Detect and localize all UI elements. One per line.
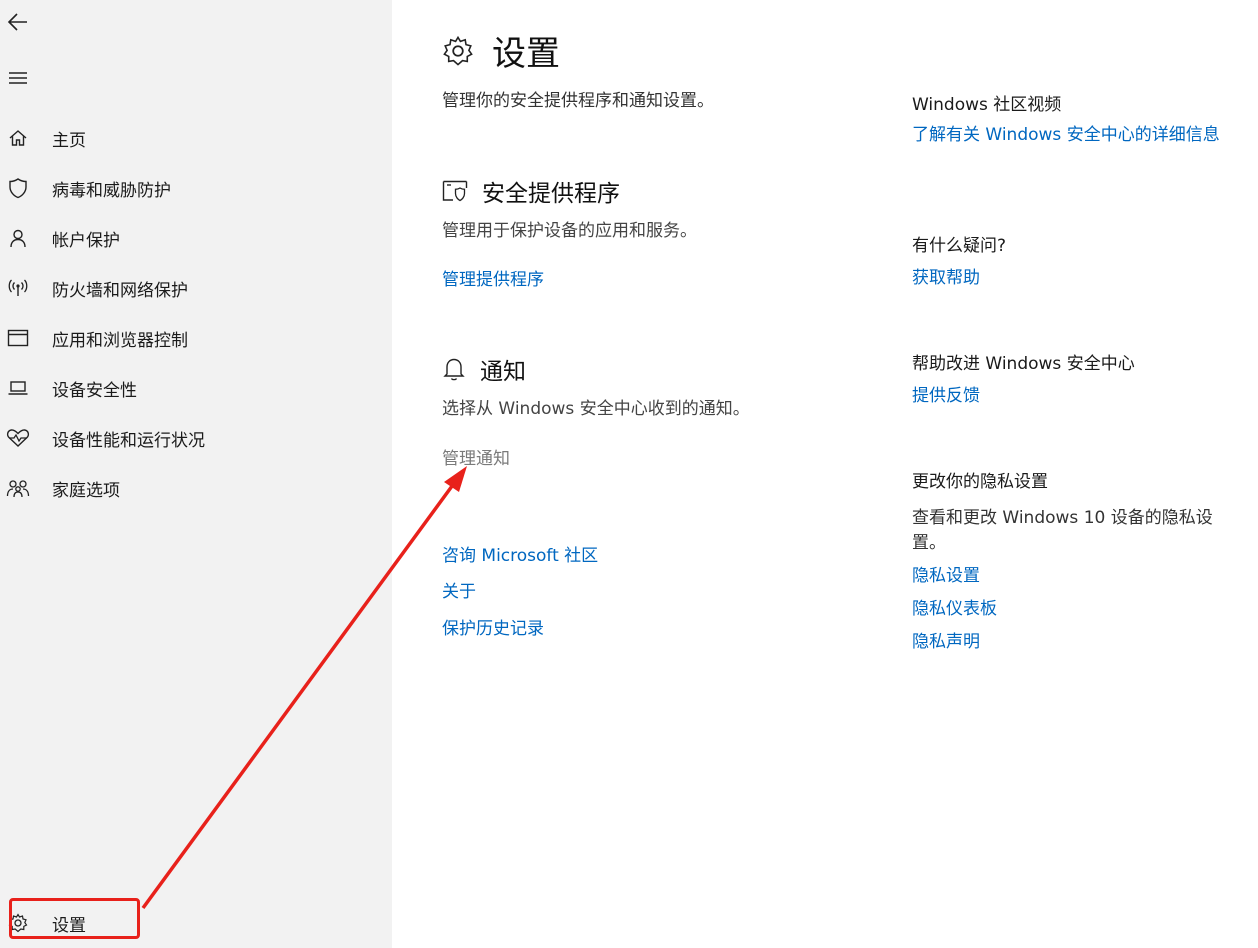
notifications-section-header: 通知 (442, 352, 526, 386)
providers-description: 管理用于保护设备的应用和服务。 (442, 221, 697, 241)
main-content: 设置 管理你的安全提供程序和通知设置。 安全提供程序 管理用于保护设备的应用和服… (392, 0, 1258, 948)
page-description: 管理你的安全提供程序和通知设置。 (442, 91, 714, 111)
sidebar-item-label: 帐户保护 (52, 230, 120, 251)
providers-section-header: 安全提供程序 (442, 174, 620, 208)
learn-more-link[interactable]: 了解有关 Windows 安全中心的详细信息 (912, 123, 1222, 147)
privacy-dashboard-link[interactable]: 隐私仪表板 (912, 597, 1222, 621)
family-icon (0, 478, 36, 498)
hamburger-menu-button[interactable] (0, 60, 36, 96)
feedback-block: 帮助改进 Windows 安全中心 提供反馈 (912, 349, 1222, 408)
page-title: 设置 (492, 34, 560, 74)
shield-window-icon (442, 180, 468, 202)
back-button[interactable] (0, 4, 36, 40)
sidebar: 主页 病毒和威胁防护 帐户保护 防火墙和网络保护 应用和浏览器控制 设备安全性 … (0, 0, 392, 948)
privacy-heading: 更改你的隐私设置 (912, 472, 1048, 492)
gear-icon (443, 35, 473, 66)
notifications-description: 选择从 Windows 安全中心收到的通知。 (442, 399, 750, 419)
wifi-antenna-icon (0, 278, 36, 298)
sidebar-item-label: 防火墙和网络保护 (52, 280, 188, 301)
sidebar-nav: 主页 病毒和威胁防护 帐户保护 防火墙和网络保护 应用和浏览器控制 设备安全性 … (0, 113, 392, 513)
sidebar-item-label: 设备性能和运行状况 (52, 430, 205, 451)
sidebar-item-virus-protection[interactable]: 病毒和威胁防护 (0, 163, 392, 213)
page-header: 设置 (442, 26, 560, 75)
sidebar-item-app-browser-control[interactable]: 应用和浏览器控制 (0, 313, 392, 363)
community-videos-heading: Windows 社区视频 (912, 95, 1062, 115)
sidebar-item-family-options[interactable]: 家庭选项 (0, 463, 392, 513)
app-window-icon (0, 329, 36, 347)
hamburger-icon (9, 72, 27, 84)
sidebar-item-label: 设备安全性 (52, 380, 137, 401)
help-heading: 有什么疑问? (912, 236, 1007, 256)
microsoft-community-link[interactable]: 咨询 Microsoft 社区 (442, 541, 598, 566)
person-icon (0, 228, 36, 248)
feedback-heading: 帮助改进 Windows 安全中心 (912, 354, 1135, 374)
providers-title: 安全提供程序 (482, 181, 620, 207)
bell-icon (443, 358, 465, 381)
protection-history-link[interactable]: 保护历史记录 (442, 614, 544, 639)
annotation-highlight-box (9, 898, 140, 939)
privacy-statement-link[interactable]: 隐私声明 (912, 630, 1222, 654)
heart-pulse-icon (0, 428, 36, 448)
sidebar-item-account-protection[interactable]: 帐户保护 (0, 213, 392, 263)
sidebar-item-firewall[interactable]: 防火墙和网络保护 (0, 263, 392, 313)
sidebar-item-home[interactable]: 主页 (0, 113, 392, 163)
community-videos-block: Windows 社区视频 了解有关 Windows 安全中心的详细信息 (912, 90, 1222, 147)
get-help-link[interactable]: 获取帮助 (912, 266, 1222, 290)
back-arrow-icon (7, 13, 27, 31)
sidebar-item-label: 主页 (52, 130, 86, 151)
privacy-block: 更改你的隐私设置 查看和更改 Windows 10 设备的隐私设置。 隐私设置 … (912, 467, 1222, 654)
privacy-settings-link[interactable]: 隐私设置 (912, 564, 1222, 588)
sidebar-item-device-security[interactable]: 设备安全性 (0, 363, 392, 413)
sidebar-item-label: 应用和浏览器控制 (52, 330, 188, 351)
privacy-text: 查看和更改 Windows 10 设备的隐私设置。 (912, 508, 1213, 553)
give-feedback-link[interactable]: 提供反馈 (912, 384, 1222, 408)
manage-providers-link[interactable]: 管理提供程序 (442, 265, 544, 290)
help-block: 有什么疑问? 获取帮助 (912, 231, 1222, 290)
sidebar-item-device-performance[interactable]: 设备性能和运行状况 (0, 413, 392, 463)
sidebar-item-label: 病毒和威胁防护 (52, 180, 171, 201)
notifications-title: 通知 (480, 359, 526, 385)
laptop-icon (0, 379, 36, 397)
sidebar-item-label: 家庭选项 (52, 480, 120, 501)
shield-icon (0, 177, 36, 199)
about-link[interactable]: 关于 (442, 577, 476, 602)
home-icon (0, 128, 36, 148)
manage-notifications-link[interactable]: 管理通知 (442, 444, 510, 469)
